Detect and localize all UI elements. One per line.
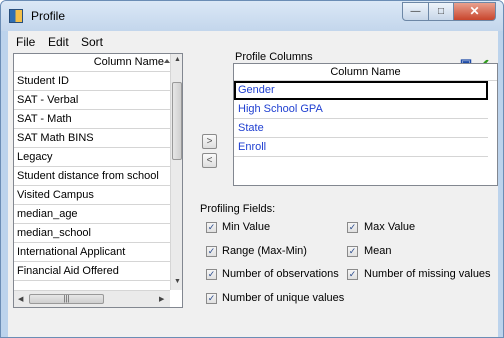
scroll-left-icon[interactable]: ◀	[18, 295, 23, 303]
column-name-header[interactable]: Column Name	[234, 64, 497, 81]
max-value-checkbox[interactable]: ✓	[347, 222, 358, 233]
column-name-header[interactable]: Column Name	[14, 54, 170, 72]
remove-column-button[interactable]: <	[202, 153, 217, 168]
list-item[interactable]: High School GPA	[234, 100, 488, 119]
menu-file[interactable]: File	[16, 35, 35, 49]
missing-values-checkbox[interactable]: ✓	[347, 269, 358, 280]
menu-edit[interactable]: Edit	[48, 35, 69, 49]
unique-values-checkbox[interactable]: ✓	[206, 293, 217, 304]
close-button[interactable]: ✕	[453, 2, 496, 21]
list-item[interactable]: Legacy	[14, 148, 170, 167]
list-item-selected[interactable]: Gender	[234, 81, 488, 100]
menu-bar: File Edit Sort	[8, 31, 498, 52]
list-item[interactable]: median_age	[14, 205, 170, 224]
list-item[interactable]: Student distance from school	[14, 167, 170, 186]
minimize-button[interactable]: —	[402, 2, 429, 21]
scroll-up-icon[interactable]: ▲	[174, 56, 181, 63]
app-icon	[9, 9, 23, 23]
add-column-button[interactable]: >	[202, 134, 217, 149]
list-item[interactable]: International Applicant	[14, 243, 170, 262]
profile-columns-list[interactable]: Column Name Gender High School GPA State…	[233, 63, 498, 186]
maximize-button[interactable]: □	[428, 2, 454, 21]
mean-checkbox[interactable]: ✓	[347, 246, 358, 257]
range-label: Range (Max-Min)	[222, 245, 307, 257]
close-icon: ✕	[469, 4, 480, 18]
horizontal-scroll-thumb[interactable]: |||	[29, 294, 104, 304]
list-item[interactable]: Student ID	[14, 72, 170, 91]
min-value-label: Min Value	[222, 221, 271, 233]
vertical-scrollbar[interactable]: ▲ ▼	[170, 54, 182, 290]
profiling-fields-label: Profiling Fields:	[200, 203, 276, 215]
max-value-label: Max Value	[364, 221, 416, 233]
mean-label: Mean	[364, 245, 392, 257]
minimize-icon: —	[410, 6, 421, 17]
list-item[interactable]: Visited Campus	[14, 186, 170, 205]
observations-checkbox[interactable]: ✓	[206, 269, 217, 280]
list-item[interactable]: SAT Math BINS	[14, 129, 170, 148]
min-value-checkbox[interactable]: ✓	[206, 222, 217, 233]
profile-columns-label: Profile Columns	[235, 51, 313, 63]
scroll-right-icon[interactable]: ▶	[159, 295, 164, 303]
window-title: Profile	[31, 9, 66, 23]
title-bar[interactable]: Profile — □ ✕	[1, 1, 503, 31]
list-item[interactable]: SAT - Verbal	[14, 91, 170, 110]
list-item[interactable]: Financial Aid Offered	[14, 262, 170, 281]
unique-values-label: Number of unique values	[222, 292, 345, 304]
list-item[interactable]: Enroll	[234, 138, 488, 157]
list-item[interactable]: SAT - Math	[14, 110, 170, 129]
observations-label: Number of observations	[222, 268, 339, 280]
list-item[interactable]: median_school	[14, 224, 170, 243]
available-columns-list[interactable]: Column Name Student ID SAT - Verbal SAT …	[13, 53, 183, 308]
scroll-down-icon[interactable]: ▼	[174, 278, 181, 285]
list-item[interactable]: State	[234, 119, 488, 138]
range-checkbox[interactable]: ✓	[206, 246, 217, 257]
maximize-icon: □	[437, 6, 445, 17]
menu-sort[interactable]: Sort	[81, 35, 103, 49]
missing-values-label: Number of missing values	[364, 268, 491, 280]
horizontal-scrollbar[interactable]: ◀ ||| ▶	[14, 290, 170, 307]
vertical-scroll-thumb[interactable]	[172, 82, 182, 160]
